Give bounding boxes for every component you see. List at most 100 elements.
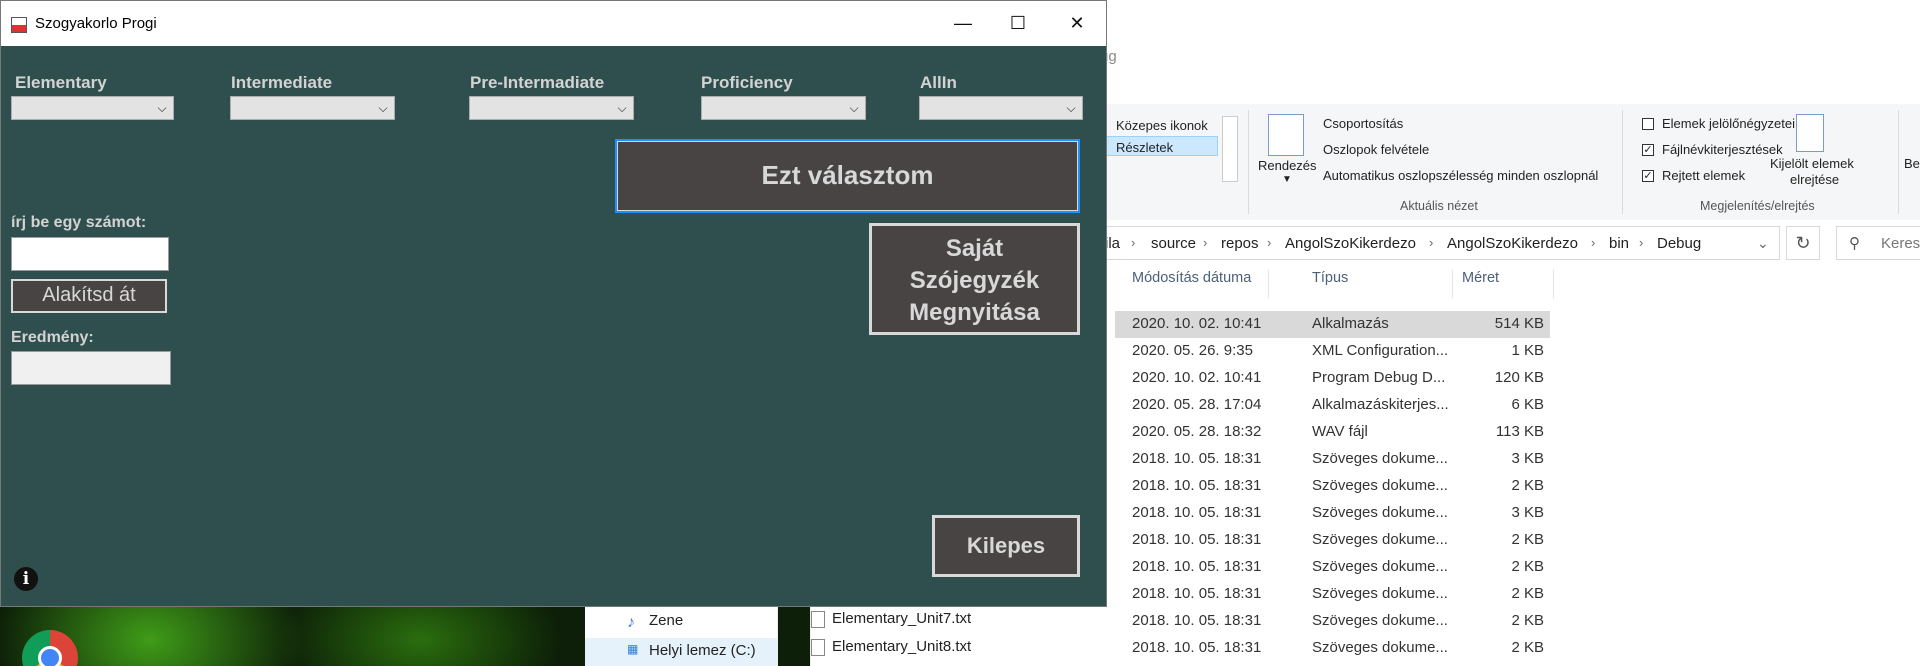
cell-size: 514 KB: [1494, 315, 1544, 332]
cell-type: Szöveges dokume...: [1312, 531, 1448, 548]
text-file-icon: [811, 639, 825, 656]
column-size[interactable]: Méret: [1462, 270, 1499, 286]
result-field: [11, 351, 171, 385]
breadcrumb-item[interactable]: AngolSzoKikerdezo: [1447, 235, 1578, 252]
choose-button[interactable]: Ezt választom: [615, 139, 1080, 213]
info-icon[interactable]: i: [14, 567, 38, 591]
cell-type: Szöveges dokume...: [1312, 477, 1448, 494]
table-row[interactable]: 2020. 05. 26. 9:35 XML Configuration... 1 …: [1115, 338, 1550, 365]
table-row[interactable]: 2018. 10. 05. 18:31 Szöveges dokume... 3 K…: [1115, 500, 1550, 527]
group-by-button[interactable]: Csoportosítás: [1323, 116, 1403, 131]
hide-selected-label-2[interactable]: elrejtése: [1790, 172, 1839, 187]
layout-scroll[interactable]: [1222, 116, 1238, 182]
breadcrumb-item[interactable]: Debug: [1657, 235, 1701, 252]
hidden-items-checkbox[interactable]: ✓: [1642, 170, 1654, 182]
allin-dropdown[interactable]: ⌵: [919, 96, 1083, 120]
breadcrumb-item[interactable]: source: [1151, 235, 1196, 252]
table-row[interactable]: 2020. 05. 28. 18:32 WAV fájl 113 KB: [1115, 419, 1550, 446]
table-row[interactable]: 2018. 10. 05. 18:31 Szöveges dokume... 2 K…: [1115, 608, 1550, 635]
layout-medium-icons[interactable]: Közepes ikonok: [1116, 118, 1208, 133]
nav-item-music[interactable]: Zene: [649, 612, 683, 629]
breadcrumb-item[interactable]: bin: [1609, 235, 1629, 252]
level-label-intermediate: Intermediate: [231, 73, 333, 92]
column-date-modified[interactable]: Módosítás dátuma: [1132, 270, 1251, 286]
cell-size: 113 KB: [1495, 423, 1544, 440]
breadcrumb-item[interactable]: ila: [1105, 235, 1120, 252]
chevron-down-icon: ⌵: [157, 101, 167, 115]
cell-size: 2 KB: [1511, 612, 1544, 629]
cell-type: Szöveges dokume...: [1312, 450, 1448, 467]
proficiency-dropdown[interactable]: ⌵: [701, 96, 866, 120]
search-input[interactable]: ⚲ Keres: [1836, 226, 1920, 260]
maximize-button[interactable]: ☐: [989, 1, 1047, 46]
convert-button[interactable]: Alakítsd át: [11, 279, 167, 313]
refresh-icon[interactable]: ↻: [1786, 226, 1820, 260]
file-name[interactable]: Elementary_Unit8.txt: [832, 638, 971, 655]
level-label-allin: AllIn: [920, 73, 957, 92]
chevron-right-icon: ›: [1639, 235, 1644, 250]
column-type[interactable]: Típus: [1312, 270, 1348, 286]
pre-intermediate-dropdown[interactable]: ⌵: [469, 96, 634, 120]
app-icon: [11, 17, 27, 33]
minimize-button[interactable]: —: [934, 1, 992, 46]
cell-type: Szöveges dokume...: [1312, 612, 1448, 629]
ribbon-cut-label[interactable]: Bea: [1904, 156, 1920, 171]
own-vocab-line-2: Szójegyzék: [909, 267, 1040, 294]
cell-size: 2 KB: [1511, 477, 1544, 494]
cell-date: 2020. 05. 26. 9:35: [1132, 342, 1253, 359]
item-checkboxes-checkbox[interactable]: [1642, 118, 1654, 130]
autofit-columns-button[interactable]: Automatikus oszlopszélesség minden oszlo…: [1323, 168, 1598, 183]
layout-details[interactable]: Részletek: [1116, 140, 1173, 155]
file-name[interactable]: Elementary_Unit7.txt: [832, 610, 971, 627]
table-row[interactable]: 2018. 10. 05. 18:31 Szöveges dokume... 2 K…: [1115, 635, 1550, 662]
cell-size: 2 KB: [1511, 558, 1544, 575]
intermediate-dropdown[interactable]: ⌵: [230, 96, 395, 120]
hide-selected-icon: [1796, 114, 1824, 152]
table-row[interactable]: 2018. 10. 05. 18:31 Szöveges dokume... 2 K…: [1115, 527, 1550, 554]
table-row[interactable]: 2018. 10. 05. 18:31 Szöveges dokume... 2 K…: [1115, 581, 1550, 608]
own-vocab-line-3: Megnyitása: [909, 299, 1040, 326]
cell-type: Szöveges dokume...: [1312, 504, 1448, 521]
close-button[interactable]: ✕: [1048, 1, 1106, 46]
exit-button[interactable]: Kilepes: [932, 515, 1080, 577]
cell-type: Szöveges dokume...: [1312, 639, 1448, 656]
chevron-down-icon: ⌵: [1066, 101, 1076, 115]
address-bar: ila › source › repos › AngolSzoKikerdezo…: [1000, 220, 1920, 266]
cell-size: 3 KB: [1511, 450, 1544, 467]
table-row[interactable]: 2020. 10. 02. 10:41 Program Debug D... 120…: [1115, 365, 1550, 392]
cell-size: 3 KB: [1511, 504, 1544, 521]
cell-date: 2018. 10. 05. 18:31: [1132, 450, 1262, 467]
szogyakorlo-window: Szogyakorlo Progi — ☐ ✕ Elementary Inter…: [0, 0, 1107, 607]
open-own-vocabulary-button[interactable]: Saját Szójegyzék Megnyitása: [869, 223, 1080, 335]
table-row[interactable]: 2020. 05. 28. 17:04 Alkalmazáskiterjes...…: [1115, 392, 1550, 419]
hide-selected-label-1[interactable]: Kijelölt elemek: [1770, 156, 1854, 171]
cell-date: 2020. 05. 28. 17:04: [1132, 396, 1262, 413]
cell-date: 2018. 10. 05. 18:31: [1132, 531, 1262, 548]
explorer-title-area: ug: [1000, 30, 1920, 105]
number-label: írj be egy számot:: [11, 214, 147, 231]
note-icon: ♪: [627, 614, 635, 631]
title-bar[interactable]: Szogyakorlo Progi — ☐ ✕: [1, 1, 1106, 46]
nav-item-local-disk[interactable]: Helyi lemez (C:): [649, 642, 756, 659]
elementary-dropdown[interactable]: ⌵: [11, 96, 174, 120]
current-view-group-label: Aktuális nézet: [1400, 199, 1478, 213]
number-input[interactable]: [11, 237, 169, 271]
chevron-down-icon[interactable]: ⌄: [1757, 235, 1769, 252]
level-label-proficiency: Proficiency: [701, 73, 793, 92]
chevron-down-icon: ▼: [1282, 174, 1292, 185]
add-columns-button[interactable]: Oszlopok felvétele: [1323, 142, 1429, 157]
path-box[interactable]: ila › source › repos › AngolSzoKikerdezo…: [1000, 226, 1780, 260]
sort-button[interactable]: Rendezés: [1258, 158, 1317, 173]
chrome-icon[interactable]: [22, 630, 78, 666]
cell-type: Alkalmazás: [1312, 315, 1389, 332]
chevron-down-icon: ⌵: [378, 101, 388, 115]
file-extensions-checkbox[interactable]: ✓: [1642, 144, 1654, 156]
breadcrumb-item[interactable]: AngolSzoKikerdezo: [1285, 235, 1416, 252]
cell-size: 2 KB: [1511, 531, 1544, 548]
table-row[interactable]: 2018. 10. 05. 18:31 Szöveges dokume... 3 K…: [1115, 446, 1550, 473]
item-checkboxes-label: Elemek jelölőnégyzetei: [1662, 116, 1795, 131]
breadcrumb-item[interactable]: repos: [1221, 235, 1259, 252]
table-row[interactable]: 2018. 10. 05. 18:31 Szöveges dokume... 2 K…: [1115, 554, 1550, 581]
table-row[interactable]: 2020. 10. 02. 10:41 Alkalmazás 514 KB: [1115, 311, 1550, 338]
table-row[interactable]: 2018. 10. 05. 18:31 Szöveges dokume... 2 K…: [1115, 473, 1550, 500]
